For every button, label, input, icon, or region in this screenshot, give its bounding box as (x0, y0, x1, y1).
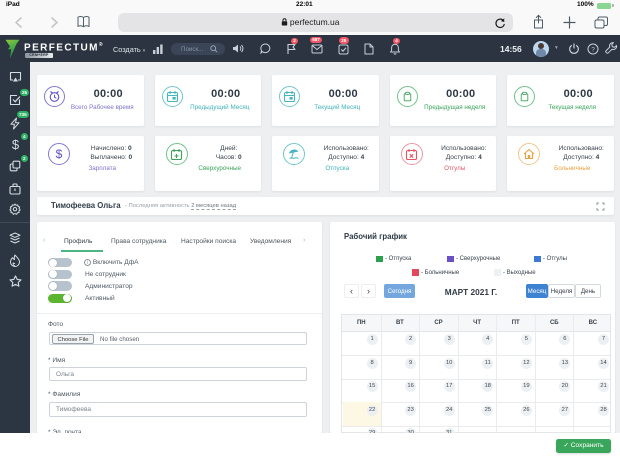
svg-text:?: ? (591, 46, 595, 53)
svg-text:$: $ (12, 138, 20, 151)
svg-text:$: $ (56, 147, 63, 161)
